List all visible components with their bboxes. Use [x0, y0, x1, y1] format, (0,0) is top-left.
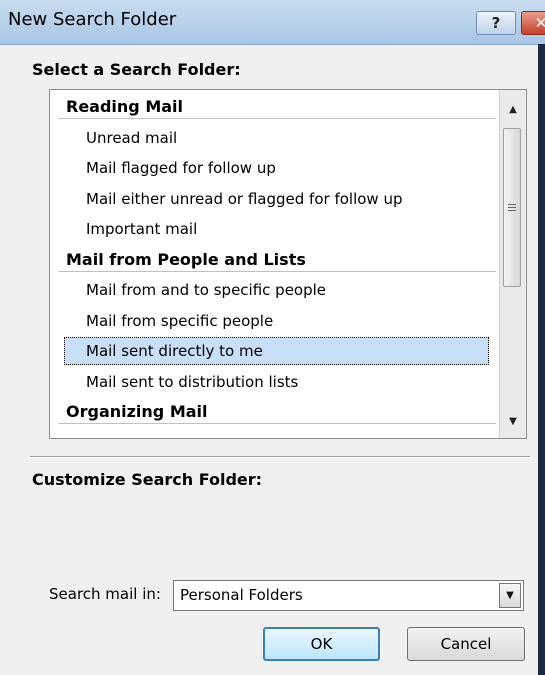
group-separator [58, 270, 496, 272]
scroll-down-icon[interactable]: ▼ [500, 408, 526, 434]
list-item-label: Unread mail [86, 128, 178, 147]
list-item-label: Important mail [86, 220, 198, 238]
cancel-button[interactable]: Cancel [407, 627, 525, 661]
close-button[interactable]: ✕ [521, 11, 545, 35]
vertical-scrollbar[interactable]: ▲ ▼ [499, 90, 526, 438]
customize-folder-label: Customize Search Folder: [32, 470, 263, 489]
list-item-label: Mail sent directly to me [86, 342, 263, 360]
search-mail-in-label: Search mail in: [49, 585, 161, 603]
search-folder-list[interactable]: Reading Mail Unread mail Mail flagged for … [49, 89, 527, 439]
help-button[interactable]: ? [476, 11, 516, 35]
list-item[interactable]: Mail from specific people [50, 306, 526, 336]
list-item[interactable]: Mail from and to specific people [50, 275, 526, 305]
chevron-down-icon[interactable]: ▼ [499, 583, 521, 608]
title-bar: New Search Folder ? ✕ [0, 0, 545, 45]
thumb-grip [508, 207, 516, 208]
group-header: Reading Mail [50, 92, 526, 122]
list-item-label: Mail from specific people [86, 311, 274, 330]
search-mail-in-value: Personal Folders [180, 586, 303, 604]
list-item[interactable]: Mail sent to distribution lists [50, 367, 526, 397]
window-title: New Search Folder [8, 9, 177, 30]
list-item-label: Mail either unread or flagged for follow… [86, 189, 403, 208]
new-search-folder-dialog: New Search Folder ? ✕ Select a Search Fo… [0, 0, 545, 675]
scroll-up-icon[interactable]: ▲ [500, 96, 526, 122]
group-separator [58, 118, 496, 119]
section-divider-highlight [30, 457, 530, 458]
thumb-grip [508, 210, 516, 211]
list-item[interactable]: Mail sent directly to me [50, 336, 526, 366]
group-header: Organizing Mail [50, 397, 526, 427]
list-item[interactable]: Mail either unread or flagged for follow… [50, 184, 526, 214]
list-item[interactable]: Unread mail [50, 123, 526, 153]
select-folder-label: Select a Search Folder: [32, 60, 241, 79]
group-header: Mail from People and Lists [50, 245, 526, 275]
ok-button[interactable]: OK [263, 627, 380, 661]
list-item[interactable]: Mail flagged for follow up [50, 153, 526, 183]
search-mail-in-combo[interactable]: Personal Folders ▼ [173, 580, 524, 611]
scroll-thumb[interactable] [503, 128, 521, 287]
window-edge [538, 44, 545, 675]
thumb-grip [508, 204, 516, 205]
list-item[interactable]: Important mail [50, 214, 526, 244]
list-item-label: Mail from and to specific people [86, 281, 327, 299]
list-item-label: Mail sent to distribution lists [86, 372, 299, 391]
group-separator [58, 423, 496, 424]
list-item-label: Mail flagged for follow up [86, 159, 276, 177]
